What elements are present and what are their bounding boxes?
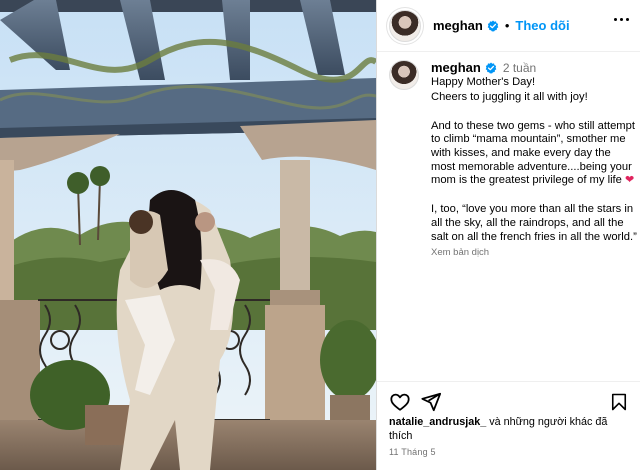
bookmark-icon[interactable]: [609, 391, 629, 413]
post-photo[interactable]: [0, 0, 376, 470]
caption-username[interactable]: meghan: [431, 60, 481, 75]
post-header: meghan • Theo dõi: [377, 0, 640, 52]
likes-summary: natalie_andrusjak_ và những người khác đ…: [389, 415, 629, 443]
caption-paragraph-2-text: And to these two gems - who still attemp…: [431, 119, 639, 187]
caption-header: meghan 2 tuần: [431, 60, 637, 75]
verified-badge-icon: [485, 62, 497, 74]
liked-by-username[interactable]: natalie_andrusjak_: [389, 416, 486, 428]
caption-paragraph-3: I, too, “love you more than all the star…: [431, 203, 637, 243]
post-sidebar: meghan • Theo dõi meghan 2 tuần Happy Mo…: [376, 0, 640, 470]
heart-emoji: ❤: [625, 174, 635, 187]
author-avatar[interactable]: [389, 9, 421, 42]
caption-line-1: Happy Mother's Day!: [431, 76, 536, 88]
caption-block: meghan 2 tuần Happy Mother's Day! Cheers…: [389, 60, 637, 258]
heart-outline-icon[interactable]: [389, 391, 411, 413]
header-separator: •: [504, 18, 510, 33]
follow-button[interactable]: Theo dõi: [515, 18, 569, 33]
caption-avatar[interactable]: [389, 60, 419, 90]
author-username[interactable]: meghan: [433, 18, 483, 33]
caption-body: meghan 2 tuần Happy Mother's Day! Cheers…: [431, 60, 637, 258]
caption-line-2: Cheers to juggling it all with joy!: [431, 90, 588, 103]
more-options-icon[interactable]: [614, 18, 629, 21]
post-time-ago[interactable]: 2 tuần: [503, 61, 536, 75]
verified-badge-icon: [487, 20, 499, 32]
post-image: [0, 0, 376, 470]
send-icon[interactable]: [420, 391, 442, 413]
see-translation-link[interactable]: Xem bản dịch: [431, 247, 637, 258]
caption-paragraph-2: And to these two gems - who still attemp…: [431, 120, 637, 188]
post-date[interactable]: 11 Tháng 5: [389, 447, 436, 457]
instagram-post: meghan • Theo dõi meghan 2 tuần Happy Mo…: [0, 0, 640, 470]
